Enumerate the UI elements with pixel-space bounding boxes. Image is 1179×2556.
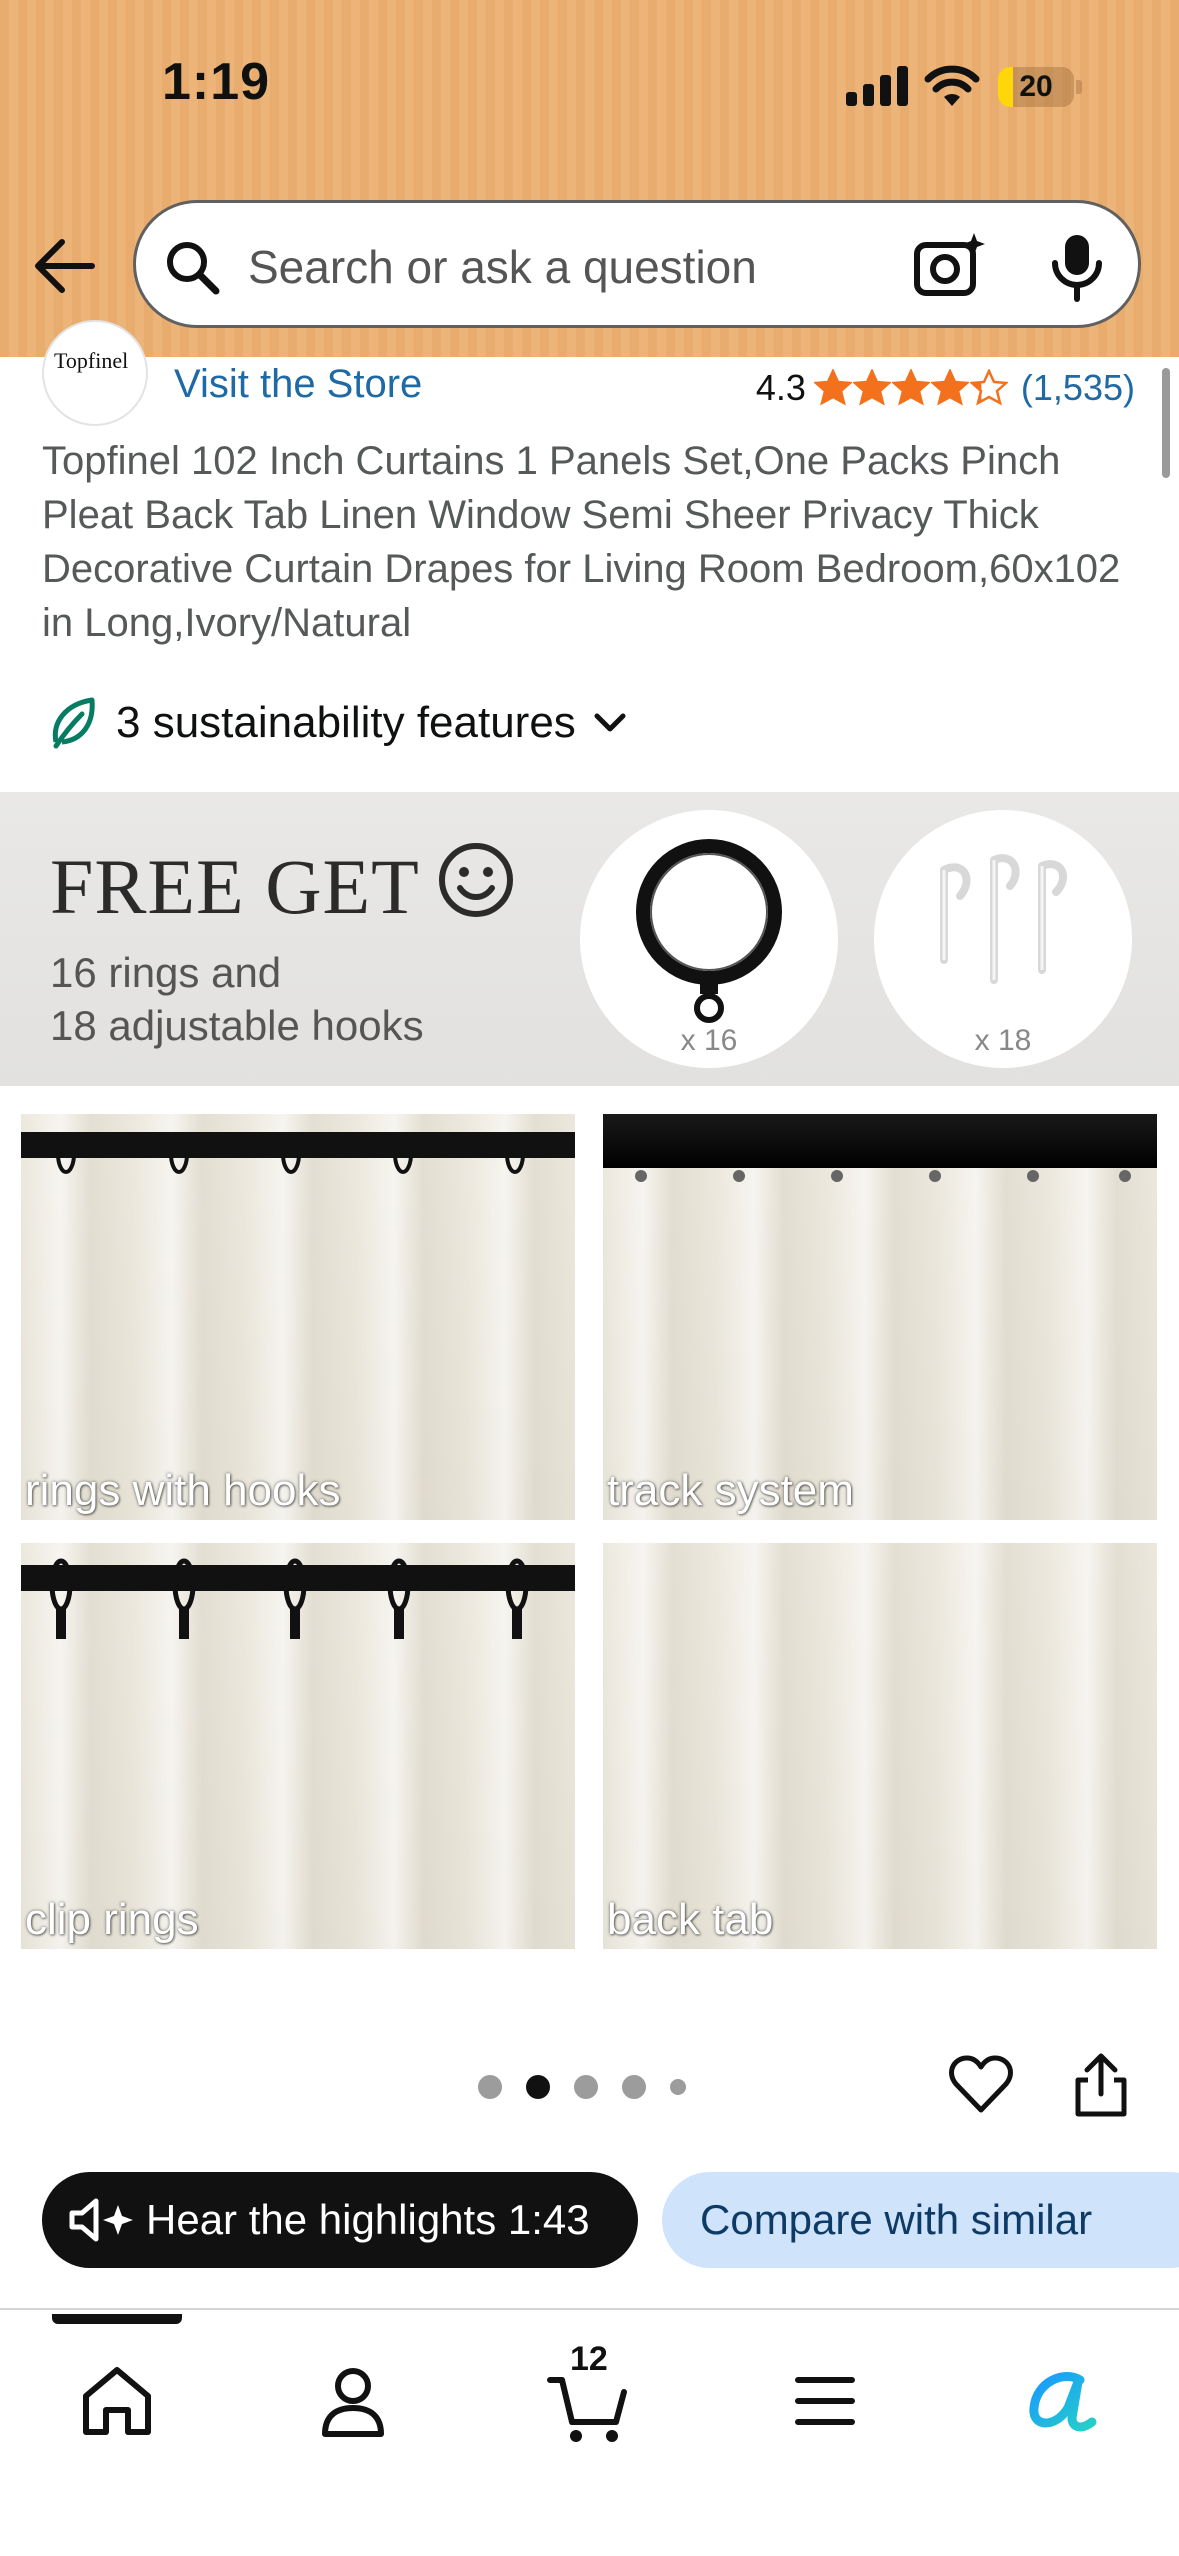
- carousel-dot[interactable]: [622, 2075, 646, 2099]
- nav-menu[interactable]: [770, 2346, 880, 2456]
- search-bar[interactable]: [133, 200, 1141, 328]
- rating-value: 4.3: [755, 367, 806, 408]
- rings-thumbnail: x 16: [580, 810, 838, 1068]
- cellular-signal-icon: [846, 64, 908, 106]
- home-icon: [83, 2367, 151, 2435]
- hooks-quantity: x 18: [974, 1024, 1032, 1057]
- photo-label: back tab: [607, 1895, 774, 1944]
- star-icon: [813, 369, 852, 406]
- curtain-hook-icon: [940, 854, 1067, 984]
- carousel-dot[interactable]: [574, 2075, 598, 2099]
- product-title: Topfinel 102 Inch Curtains 1 Panels Set,…: [42, 439, 1121, 645]
- curtain-track: [603, 1114, 1157, 1168]
- carousel-dot[interactable]: [670, 2079, 686, 2095]
- photo-label: rings with hooks: [25, 1466, 341, 1515]
- curtain-ring-icon: [636, 839, 782, 1023]
- heart-icon[interactable]: [948, 2052, 1014, 2118]
- battery-cap: [1076, 80, 1082, 94]
- share-icon[interactable]: [1072, 2050, 1130, 2120]
- carousel-dot[interactable]: [526, 2075, 550, 2099]
- star-icon: [891, 369, 930, 406]
- scrollbar[interactable]: [1162, 368, 1170, 478]
- rating-count[interactable]: (1,535): [1021, 367, 1135, 409]
- banner-title: FREE GET: [50, 843, 420, 930]
- hear-highlights-label: Hear the highlights 1:43: [146, 2196, 590, 2243]
- star-icon: [852, 369, 891, 406]
- nav-rufus[interactable]: [1006, 2346, 1116, 2456]
- track-hooks: [635, 1170, 1131, 1182]
- photo-track-system[interactable]: track system: [603, 1114, 1157, 1520]
- cart-count-badge: 12: [570, 2340, 608, 2378]
- leaf-icon: [52, 697, 95, 749]
- photo-clip-rings[interactable]: clip rings: [21, 1543, 575, 1949]
- visit-store-link[interactable]: Visit the Store: [174, 362, 422, 407]
- nav-account[interactable]: [298, 2346, 408, 2456]
- chevron-down-icon: [594, 713, 626, 732]
- smiley-icon: [439, 843, 513, 917]
- photo-label: track system: [607, 1466, 854, 1515]
- battery-level: 20: [1019, 70, 1053, 103]
- store-logo-text: Topfinel: [54, 348, 129, 373]
- photo-rings-with-hooks[interactable]: rings with hooks: [21, 1114, 575, 1520]
- photo-back-tab[interactable]: back tab: [603, 1543, 1157, 1949]
- sustainability-features-toggle[interactable]: 3 sustainability features: [48, 688, 628, 758]
- banner-subtitle-line1: 16 rings and: [50, 949, 282, 996]
- rings-quantity: x 16: [680, 1024, 738, 1057]
- header-area: 1:19 20: [0, 0, 1179, 357]
- battery-indicator: 20: [998, 67, 1074, 107]
- back-arrow-icon[interactable]: [30, 226, 100, 306]
- menu-icon: [795, 2377, 855, 2425]
- camera-icon[interactable]: [912, 231, 988, 301]
- star-icon: [930, 369, 969, 406]
- star-icon: [969, 369, 1008, 406]
- compare-label: Compare with similar: [700, 2196, 1093, 2243]
- active-tab-indicator: [52, 2314, 182, 2324]
- search-input[interactable]: [248, 237, 888, 297]
- hooks-thumbnail: x 18: [874, 810, 1132, 1068]
- hear-highlights-button[interactable]: Hear the highlights 1:43: [42, 2172, 638, 2268]
- star-rating: [813, 369, 1009, 407]
- speaker-sparkle-icon: [69, 2198, 133, 2242]
- status-time: 1:19: [162, 53, 271, 111]
- banner-subtitle-line2: 18 adjustable hooks: [50, 1002, 424, 1049]
- search-icon: [167, 242, 220, 295]
- rufus-icon: [1029, 2372, 1097, 2432]
- compare-with-similar-button[interactable]: Compare with similar: [662, 2172, 1179, 2268]
- clip-ring-row: [49, 1558, 529, 1639]
- mic-icon[interactable]: [1048, 231, 1106, 303]
- wifi-icon: [924, 65, 980, 106]
- account-icon: [322, 2368, 384, 2437]
- photo-fabric: [603, 1543, 1157, 1949]
- free-accessories-banner[interactable]: FREE GET 16 rings and 18 adjustable hook…: [0, 792, 1179, 1086]
- banner-subtitle: 16 rings and 18 adjustable hooks: [50, 946, 424, 1052]
- nav-home[interactable]: [62, 2346, 172, 2456]
- ring-hook-row: [56, 1134, 525, 1174]
- photo-label: clip rings: [25, 1895, 199, 1944]
- bottom-nav: 12: [0, 2308, 1179, 2556]
- rating-summary[interactable]: 4.3 (1,535): [756, 364, 1135, 412]
- sustainability-label: 3 sustainability features: [116, 698, 576, 747]
- store-logo[interactable]: Topfinel: [42, 320, 148, 426]
- carousel-dots[interactable]: [478, 2074, 710, 2100]
- carousel-dot[interactable]: [478, 2075, 502, 2099]
